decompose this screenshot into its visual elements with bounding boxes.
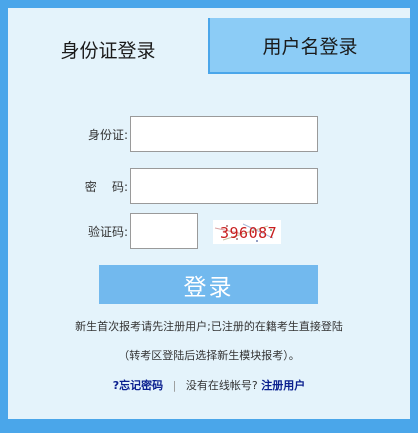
notice-line-1: 新生首次报考请先注册用户;已注册的在籍考生直接登陆 <box>75 320 343 333</box>
captcha-input[interactable] <box>130 213 198 249</box>
tab-username-label: 用户名登录 <box>262 35 358 58</box>
footer-links: ?忘记密码 | 没有在线帐号? 注册用户 <box>8 377 410 393</box>
no-account-text: 没有在线帐号? <box>185 379 258 392</box>
notice-line-2: （转考区登陆后选择新生模块报考）。 <box>118 349 300 362</box>
captcha-code-text: 396087 <box>220 224 278 242</box>
login-frame: 身份证登录 用户名登录 身份证: 密 码: 验证码: 396087 登录 新生首… <box>0 0 418 433</box>
id-card-row: 身份证: <box>8 116 410 152</box>
forgot-password-link[interactable]: ?忘记密码 <box>113 379 163 392</box>
tab-id-card-login[interactable]: 身份证登录 <box>8 18 208 80</box>
captcha-image[interactable]: 396087 <box>213 220 281 244</box>
captcha-label: 验证码: <box>87 225 128 239</box>
id-card-input[interactable] <box>130 116 318 152</box>
login-panel: 身份证登录 用户名登录 身份证: 密 码: 验证码: 396087 登录 新生首… <box>8 8 410 419</box>
tab-id-card-label: 身份证登录 <box>60 39 156 62</box>
password-input[interactable] <box>130 168 318 204</box>
tab-username-login[interactable]: 用户名登录 <box>208 18 410 74</box>
id-card-label: 身份证: <box>87 128 128 142</box>
link-separator: | <box>172 379 177 392</box>
captcha-row: 验证码: 396087 <box>8 213 410 249</box>
register-link[interactable]: 注册用户 <box>261 379 305 392</box>
password-row: 密 码: <box>8 168 410 204</box>
password-label: 密 码: <box>84 180 128 194</box>
login-button[interactable]: 登录 <box>99 265 318 304</box>
